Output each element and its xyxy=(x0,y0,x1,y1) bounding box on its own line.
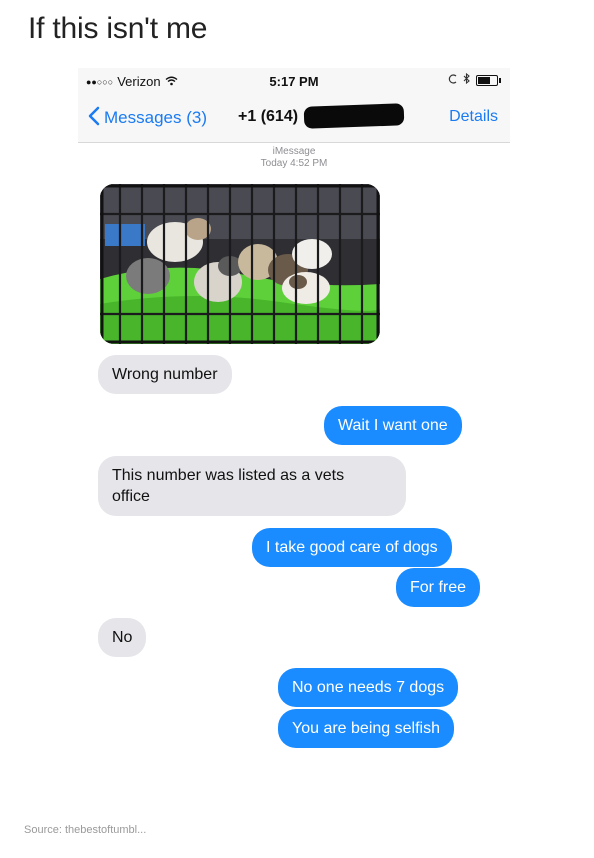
post-title: If this isn't me xyxy=(28,12,208,45)
photo-message[interactable] xyxy=(100,184,380,344)
chevron-left-icon xyxy=(88,106,100,130)
contact-number: +1 (614) xyxy=(238,108,299,125)
status-time: 5:17 PM xyxy=(269,74,319,89)
service-label: iMessage xyxy=(272,146,316,157)
messages-screenshot: ●●○○○ Verizon 5:17 PM Messages (3) +1 (6… xyxy=(78,68,510,754)
back-button[interactable]: Messages (3) xyxy=(88,106,207,130)
source-attribution: Source: thebestoftumbl... xyxy=(24,824,147,836)
outgoing-message: No one needs 7 dogs xyxy=(278,668,459,707)
message-line: This number was listed as a vets xyxy=(112,467,345,484)
incoming-message: This number was listed as a vets office xyxy=(98,456,406,516)
battery-icon xyxy=(476,74,501,86)
bluetooth-icon xyxy=(463,72,471,87)
redaction-mark xyxy=(303,103,405,129)
nav-bar: Messages (3) +1 (614) Details xyxy=(78,94,510,143)
details-button[interactable]: Details xyxy=(449,108,498,126)
back-label: Messages (3) xyxy=(104,108,207,127)
thread-timestamp: Today 4:52 PM xyxy=(260,158,328,169)
outgoing-message: For free xyxy=(396,568,481,607)
puppies-in-crate-photo xyxy=(100,184,380,344)
message-line: office xyxy=(112,488,150,505)
outgoing-message: Wait I want one xyxy=(324,406,462,445)
incoming-message: Wrong number xyxy=(98,355,232,394)
incoming-message: No xyxy=(98,618,147,657)
outgoing-message: I take good care of dogs xyxy=(252,528,452,567)
rotation-lock-icon xyxy=(448,73,458,87)
status-bar: ●●○○○ Verizon 5:17 PM xyxy=(78,68,510,94)
thread-header: iMessage Today 4:52 PM xyxy=(78,146,510,170)
outgoing-message: You are being selfish xyxy=(278,709,454,748)
